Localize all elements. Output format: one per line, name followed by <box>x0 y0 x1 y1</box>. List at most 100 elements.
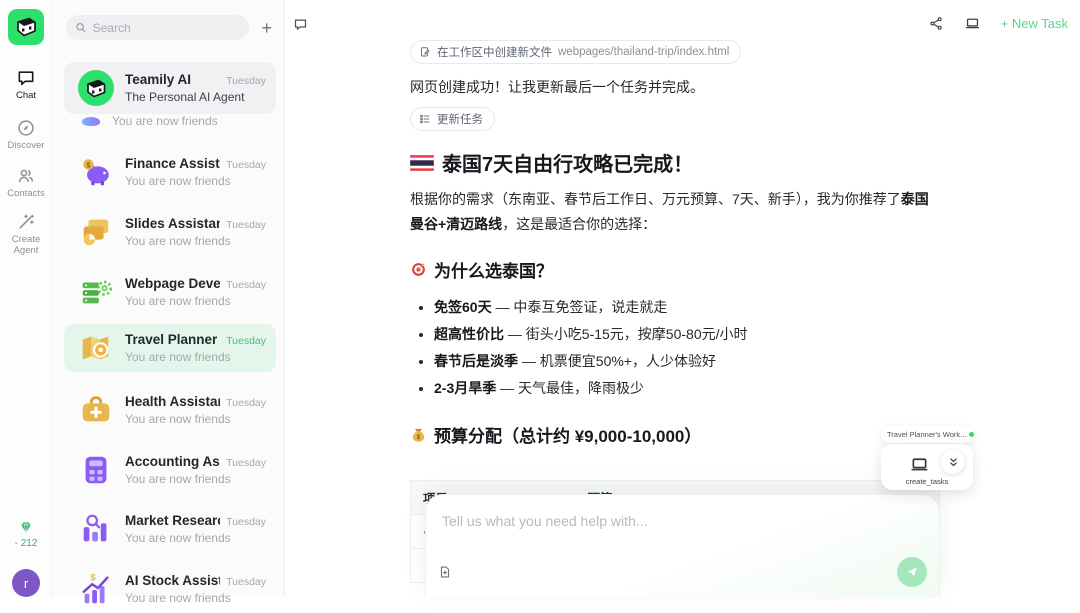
contacts-panel: + Teamily AI Tuesday The Personal AI Age… <box>52 0 285 597</box>
contact-item-accounting-assistant[interactable]: Accounting As...Tuesday You are now frie… <box>64 446 276 494</box>
sidebar-label: Contacts <box>7 189 45 200</box>
bullet-bold: 超高性价比 <box>434 326 504 342</box>
contact-preview: You are now friends <box>125 174 266 188</box>
list-item: 免签60天 — 中泰互免签证，说走就走 <box>434 294 940 321</box>
gem-icon <box>18 519 34 535</box>
bullet-text: — 中泰互免签证，说走就走 <box>492 299 668 315</box>
contact-time: Tuesday <box>226 397 266 409</box>
contact-item-slides-assistant[interactable]: Slides AssistantTuesday You are now frie… <box>64 208 276 256</box>
stock-chart-icon: $ <box>78 571 114 607</box>
assistant-message: 网页创建成功！让我更新最后一个任务并完成。 <box>410 77 940 97</box>
contact-name: Market Research <box>125 513 220 528</box>
add-contact-button[interactable]: + <box>259 19 274 37</box>
contact-name: Slides Assistant <box>125 216 220 231</box>
search-input[interactable] <box>93 21 241 35</box>
magic-wand-icon <box>16 212 36 232</box>
workspace-laptop-icon[interactable] <box>964 15 981 32</box>
list-item: 超高性价比 — 街头小吃5-15元，按摩50-80元/小时 <box>434 321 940 348</box>
search-icon <box>75 21 87 34</box>
sidebar-label: Chat <box>16 91 36 102</box>
contact-subtitle: The Personal AI Agent <box>125 90 266 104</box>
svg-text:$: $ <box>417 434 421 441</box>
workspace-popup-title-text: Travel Planner's Work... <box>887 430 966 439</box>
contact-time: Tuesday <box>226 335 266 347</box>
contact-name: Health Assistant <box>125 394 220 409</box>
piggy-bank-icon: $ <box>78 154 114 190</box>
message-composer[interactable] <box>425 494 940 597</box>
app-logo-icon[interactable] <box>8 9 44 45</box>
teamily-robot-icon <box>78 70 114 106</box>
section-heading-text: 预算分配（总计约 ¥9,000-10,000） <box>434 422 701 447</box>
search-box[interactable] <box>66 15 249 40</box>
chat-icon <box>16 68 36 88</box>
sidebar-label: Discover <box>8 141 45 152</box>
tool-call-chip-update-tasks[interactable]: 更新任务 <box>410 107 495 131</box>
people-icon <box>16 166 36 186</box>
bullet-bold: 2-3月旱季 <box>434 380 496 396</box>
contact-time: Tuesday <box>226 457 266 469</box>
workspace-popup-card[interactable]: create_tasks <box>881 444 973 490</box>
attach-file-icon[interactable] <box>438 565 452 579</box>
contact-name: Travel Planner <box>125 332 217 347</box>
paper-plane-icon <box>905 565 919 579</box>
contact-time: Tuesday <box>226 576 266 588</box>
task-list-icon <box>419 113 431 125</box>
sidebar-item-contacts[interactable]: Contacts <box>0 166 52 200</box>
contact-item-travel-planner[interactable]: Travel PlannerTuesday You are now friend… <box>64 324 276 372</box>
credits-value: - 212 <box>0 538 52 549</box>
avatar-letter: r <box>24 576 28 591</box>
double-chevron-down-icon <box>947 456 960 469</box>
sidebar-item-create-agent[interactable]: Create Agent <box>0 212 52 257</box>
sidebar-item-chat[interactable]: Chat <box>0 68 52 102</box>
contact-preview: You are now friends <box>125 591 266 605</box>
new-task-button[interactable]: + New Task <box>1001 16 1068 31</box>
contact-time: Tuesday <box>226 159 266 171</box>
tool-chip-label: 在工作区中创建新文件 <box>437 44 552 60</box>
bullet-text: — 街头小吃5-15元，按摩50-80元/小时 <box>504 326 748 342</box>
contact-preview: You are now friends <box>125 531 266 545</box>
workspace-popup: Travel Planner's Work... create_tasks <box>881 426 973 490</box>
server-gear-icon <box>78 274 114 310</box>
contact-name: Accounting As... <box>125 454 220 469</box>
friend-status-row: You are now friends <box>82 114 218 128</box>
wave-icon <box>82 117 100 126</box>
contact-name: Finance Assist... <box>125 156 220 171</box>
contact-preview: You are now friends <box>125 412 266 426</box>
page-title: 泰国7天自由行攻略已完成！ <box>410 148 940 177</box>
collapse-chevron-button[interactable] <box>941 450 965 474</box>
benefit-list: 免签60天 — 中泰互免签证，说走就走 超高性价比 — 街头小吃5-15元，按摩… <box>434 294 940 402</box>
section-heading-why-thailand: 为什么选泰国？ <box>410 257 940 282</box>
left-rail: Chat Discover Contacts Create Agent - 21… <box>0 0 52 597</box>
intro-post: ，这是最适合你的选择： <box>502 216 656 232</box>
bullet-bold: 免签60天 <box>434 299 492 315</box>
user-avatar[interactable]: r <box>12 569 40 597</box>
contact-item-finance-assistant[interactable]: $ Finance Assist... Tuesday You are now f… <box>64 148 276 196</box>
friend-status-text: You are now friends <box>112 114 218 128</box>
laptop-icon[interactable] <box>909 454 930 475</box>
contact-item-ai-stock-assistant[interactable]: $ AI Stock Assist... Tuesday You are now … <box>64 565 276 613</box>
contact-time: Tuesday <box>226 516 266 528</box>
target-icon <box>410 261 427 278</box>
contact-item-health-assistant[interactable]: Health Assistant Tuesday You are now frie… <box>64 386 276 434</box>
credits-balance: - 212 <box>0 519 52 549</box>
table-toolbar <box>410 461 940 474</box>
contact-preview: You are now friends <box>125 294 266 308</box>
contact-item-market-research[interactable]: Market Research Tuesday You are now frien… <box>64 505 276 553</box>
sidebar-label: Create Agent <box>0 235 52 257</box>
list-item: 春节后是淡季 — 机票便宜50%+，人少体验好 <box>434 348 940 375</box>
sidebar-item-discover[interactable]: Discover <box>0 118 52 152</box>
contact-name: AI Stock Assist... <box>125 573 220 588</box>
message-input[interactable] <box>442 513 827 529</box>
contact-item-teamily-ai[interactable]: Teamily AI Tuesday The Personal AI Agent <box>64 62 276 114</box>
bullet-text: — 天气最佳，降雨极少 <box>496 380 644 396</box>
intro-pre: 根据你的需求（东南亚、春节后工作日、万元预算、7天、新手），我为你推荐了 <box>410 191 901 207</box>
conversation-bubble-icon[interactable] <box>293 17 308 32</box>
tool-call-chip-create-file[interactable]: 在工作区中创建新文件 webpages/thailand-trip/index.… <box>410 40 741 64</box>
contact-item-webpage-developer[interactable]: Webpage Deve...Tuesday You are now frien… <box>64 268 276 316</box>
bar-chart-magnifier-icon <box>78 511 114 547</box>
intro-paragraph: 根据你的需求（东南亚、春节后工作日、万元预算、7天、新手），我为你推荐了泰国曼谷… <box>410 187 940 237</box>
send-button[interactable] <box>897 557 927 587</box>
tool-chip-file-path: webpages/thailand-trip/index.html <box>558 46 729 58</box>
section-heading-text: 为什么选泰国？ <box>434 257 553 282</box>
contact-name: Webpage Deve... <box>125 276 220 291</box>
